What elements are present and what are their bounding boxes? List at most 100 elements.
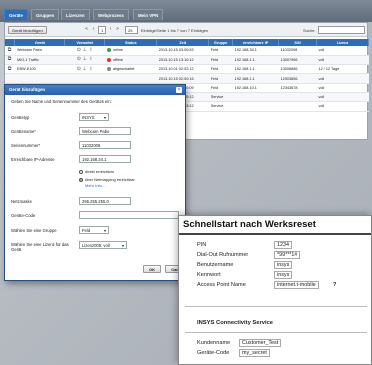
device-name-cell[interactable] xyxy=(14,73,65,84)
info-icon[interactable]: i xyxy=(88,57,93,62)
license-cell: voll xyxy=(316,92,369,103)
column-header[interactable]: S/N xyxy=(278,39,318,46)
column-header[interactable]: Gerät xyxy=(14,39,66,46)
tab-gruppen[interactable]: Gruppen xyxy=(31,9,60,20)
status-cell: online xyxy=(104,46,157,56)
table-row[interactable]: ⧉ Webcam Pabo ⊙ ⊥ i online 2013.10.15 03:00:… xyxy=(5,46,369,56)
radio-direct-label: direkt erreichbar xyxy=(85,169,114,174)
table-row[interactable]: ⧉ EBW-E100 ⊙ ⊥ i abgeschaltet 2013.10.01 02:… xyxy=(5,64,369,75)
license-cell: voll xyxy=(316,46,369,56)
upload-icon[interactable]: ⊥ xyxy=(82,66,87,72)
section-divider xyxy=(185,306,367,307)
column-header[interactable]: Lizenz xyxy=(316,39,369,46)
device-name-cell[interactable]: EBW-E100 xyxy=(14,64,65,75)
upload-icon[interactable]: ⊥ xyxy=(82,57,87,62)
page-first-icon[interactable]: « xyxy=(83,26,90,34)
tab-geraete[interactable]: Geräte xyxy=(4,9,28,20)
connect-icon[interactable]: ⊙ xyxy=(76,66,81,72)
tab-lizenzen[interactable]: Lizenzen xyxy=(61,9,90,20)
device-type-select[interactable]: INSYS xyxy=(79,113,109,121)
ip-field[interactable]: 192.168.34.1 xyxy=(79,155,131,163)
page-prev-icon[interactable]: ‹ xyxy=(90,26,97,34)
table-row[interactable]: ⧉ MIO-1 Traffic ⊙ ⊥ i offline 2013.10.15 13:… xyxy=(5,55,369,66)
row-action-cell: ⧉ xyxy=(5,73,15,84)
group-cell: Feld xyxy=(208,46,233,56)
connect-icon[interactable]: ⊙ xyxy=(76,47,81,53)
close-icon[interactable]: × xyxy=(176,87,182,93)
help-icon[interactable]: ? xyxy=(333,282,336,288)
search-label: Suche: xyxy=(303,28,316,33)
edit-icon[interactable]: ⧉ xyxy=(7,57,12,62)
column-header[interactable]: Status xyxy=(104,39,158,46)
top-navigation: Geräte Gruppen Lizenzen Webprozess Mein … xyxy=(0,0,372,22)
device-code-field[interactable] xyxy=(79,211,179,219)
list-toolbar: Gerät hinzufügen « ‹ 1 › » 25 Einträge/S… xyxy=(5,23,367,37)
upload-icon[interactable]: ⊥ xyxy=(82,47,87,53)
managed-cell: ⊙ ⊥ i xyxy=(64,46,105,56)
entries-info: Einträge/Seite 1 bis 7 von 7 Einträgen xyxy=(141,28,209,33)
serial-label: Seriennummer* xyxy=(11,143,41,148)
status-cell xyxy=(104,73,157,84)
status-text: online xyxy=(112,48,123,53)
apn-label: Access Point Name xyxy=(197,282,246,288)
license-cell: voll xyxy=(316,101,369,112)
ok-button[interactable]: OK xyxy=(143,265,161,273)
serial-field[interactable]: 11032008 xyxy=(79,141,131,149)
license-select[interactable]: Lizenz005: voll xyxy=(79,241,127,249)
serial-cell: 13007956 xyxy=(278,55,317,66)
group-select[interactable]: Feld xyxy=(79,226,109,234)
ip-cell: 192.168.1.1 xyxy=(232,55,279,66)
netmask-field[interactable]: 255.255.255.0 xyxy=(79,197,131,205)
radio-netmapping[interactable]: über Netmapping erreichbar xyxy=(79,177,135,182)
radio-netmapping-icon[interactable] xyxy=(79,177,83,182)
status-text: abgeschaltet xyxy=(112,67,135,72)
edit-icon[interactable]: ⧉ xyxy=(7,47,12,53)
info-icon[interactable]: i xyxy=(88,66,93,72)
column-header[interactable]: Zeit xyxy=(156,39,210,46)
table-row[interactable]: ⧉ ⊙ ⊥ i 2013.10.15 02:00:16Feld192.168.1.1… xyxy=(5,73,369,84)
page-last-icon[interactable]: » xyxy=(114,26,121,34)
apn-value: internet.t-mobile xyxy=(274,281,319,289)
customer-name-value: Customer_Test xyxy=(239,339,282,347)
edit-icon[interactable]: ⧉ xyxy=(7,66,12,72)
device-name-cell[interactable]: MIO-1 Traffic xyxy=(14,55,65,66)
connect-icon[interactable]: ⊙ xyxy=(76,57,81,62)
managed-cell: ⊙ ⊥ i xyxy=(64,64,105,75)
page-number-input[interactable]: 1 xyxy=(98,26,106,34)
device-name-field[interactable]: Webcam Pabo xyxy=(79,127,131,135)
column-header[interactable]: Gruppe xyxy=(208,39,234,46)
device-type-label: Gerätetyp xyxy=(11,115,30,120)
ip-cell xyxy=(232,92,279,103)
more-info-link[interactable]: Mehr Info... xyxy=(85,183,105,188)
time-cell: 2013.10.15 13:10:12 xyxy=(156,55,209,66)
customer-name-label: Kundenname xyxy=(197,340,231,346)
title-divider xyxy=(179,233,371,235)
ip-cell: 192.168.34.1 xyxy=(232,46,279,56)
page-next-icon[interactable]: › xyxy=(107,26,114,34)
device-code-card-label: Geräte-Code xyxy=(197,350,230,356)
status-dot-icon xyxy=(106,48,111,53)
column-header[interactable]: erreichbare IP xyxy=(232,39,280,46)
time-cell: 2013.10.15 02:00:16 xyxy=(156,73,209,84)
status-dot-icon xyxy=(106,57,111,62)
pin-value: 1234 xyxy=(274,241,292,249)
time-cell: 2013.10.01 02:02:12 xyxy=(156,64,209,75)
quickstart-card: Schnellstart nach Werksreset PIN 1234 Di… xyxy=(178,215,372,365)
search-input[interactable] xyxy=(318,26,365,34)
table-header-row: Gerät Verwaltet Status Zeit Gruppe errei… xyxy=(5,39,369,46)
license-cell: voll xyxy=(316,73,369,84)
ip-cell: 192.168.1.1 xyxy=(232,73,279,84)
radio-direct-icon[interactable] xyxy=(79,169,83,174)
license-cell: voll xyxy=(316,55,369,66)
managed-cell: ⊙ ⊥ i xyxy=(64,73,105,84)
page-size-select[interactable]: 25 xyxy=(125,26,138,34)
tab-mein-vpn[interactable]: Mein VPN xyxy=(133,9,164,20)
tab-webprozess[interactable]: Webprozess xyxy=(93,9,129,20)
column-header[interactable]: Verwaltet xyxy=(64,39,106,46)
group-cell: Feld xyxy=(208,55,233,66)
add-device-button[interactable]: Gerät hinzufügen xyxy=(8,26,47,34)
info-icon[interactable]: i xyxy=(88,47,93,53)
radio-direct[interactable]: direkt erreichbar xyxy=(79,169,114,174)
device-name-cell[interactable]: Webcam Pabo xyxy=(14,46,65,56)
netmask-label: Netzmaske xyxy=(11,199,32,204)
